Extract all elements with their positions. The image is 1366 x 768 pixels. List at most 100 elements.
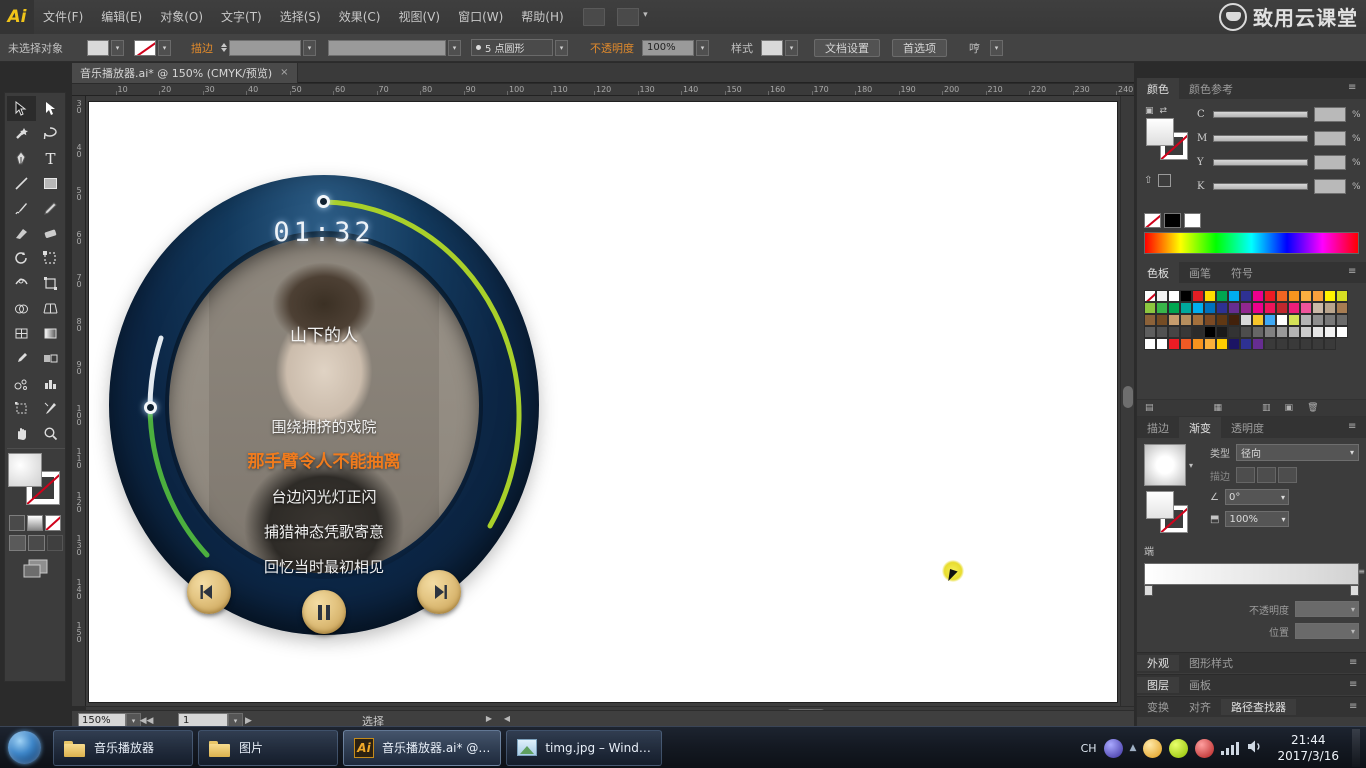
swatch[interactable] — [1264, 302, 1276, 314]
channel-slider-y[interactable] — [1213, 159, 1308, 166]
draw-inside-button[interactable] — [46, 535, 63, 551]
swatch[interactable] — [1240, 290, 1252, 302]
panel-menu-icon[interactable]: ≡ — [1349, 679, 1362, 691]
gradient-preview[interactable] — [1144, 444, 1186, 486]
swatch[interactable] — [1192, 338, 1204, 350]
swatch[interactable] — [1288, 302, 1300, 314]
next-track-button[interactable] — [417, 570, 461, 614]
swatch[interactable] — [1180, 302, 1192, 314]
type-tool[interactable]: T — [36, 146, 65, 171]
gradient-stop-menu-icon[interactable]: ≡ — [1358, 567, 1365, 576]
swatch[interactable] — [1264, 290, 1276, 302]
swatch[interactable] — [1264, 326, 1276, 338]
variable-width-dropdown-icon[interactable]: ▾ — [448, 39, 461, 56]
mesh-tool[interactable] — [7, 321, 36, 346]
swatch-options-icon[interactable]: ▥ — [1262, 403, 1271, 413]
new-swatch-icon[interactable]: ▣ — [1285, 403, 1294, 413]
opacity-dropdown-icon[interactable]: ▾ — [696, 39, 709, 56]
swatch[interactable] — [1216, 302, 1228, 314]
swatches-grid-wrap[interactable] — [1137, 283, 1366, 399]
panel-fill-stroke[interactable] — [1146, 118, 1198, 160]
update-icon[interactable] — [1169, 738, 1189, 758]
swatch[interactable] — [1288, 290, 1300, 302]
swatch[interactable] — [1264, 314, 1276, 326]
last-color-icon[interactable]: ⇧ — [1144, 175, 1152, 186]
swatch[interactable] — [1168, 314, 1180, 326]
swatch[interactable] — [1240, 302, 1252, 314]
stroke-label[interactable]: 描边 — [183, 40, 221, 56]
white-swatch[interactable] — [1184, 213, 1201, 228]
arrange-documents-icon[interactable] — [616, 8, 648, 26]
document-setup-button[interactable]: 文档设置 — [814, 38, 880, 57]
channel-slider-k[interactable] — [1213, 183, 1308, 190]
stroke-weight-field[interactable] — [229, 39, 301, 56]
width-tool[interactable] — [7, 271, 36, 296]
shape-builder-tool[interactable] — [7, 296, 36, 321]
vertical-ruler[interactable]: 30 40 50 60 70 80 90 100 110 120 130 140 150 — [72, 96, 86, 706]
bridge-icon[interactable] — [582, 8, 605, 26]
swatch[interactable] — [1336, 314, 1348, 326]
swatch[interactable] — [1336, 302, 1348, 314]
fill-target-icon[interactable]: ▣ — [1145, 106, 1154, 116]
tab-gradient[interactable]: 渐变 — [1179, 417, 1221, 438]
swatch[interactable] — [1156, 326, 1168, 338]
swatch-libraries-icon[interactable]: ▤ — [1145, 403, 1154, 413]
channel-value-c[interactable] — [1314, 107, 1346, 122]
swatch[interactable] — [1192, 314, 1204, 326]
swatch[interactable] — [1144, 314, 1156, 326]
panel-menu-icon[interactable]: ≡ — [1348, 266, 1361, 278]
document-tab[interactable]: 音乐播放器.ai* @ 150% (CMYK/预览) × — [72, 62, 298, 83]
swatch[interactable] — [1192, 302, 1204, 314]
swatch[interactable] — [1300, 326, 1312, 338]
color-spectrum-bar[interactable] — [1144, 232, 1359, 254]
swatch[interactable] — [1192, 326, 1204, 338]
gradient-slider-bar[interactable] — [1144, 563, 1359, 585]
menu-file[interactable]: 文件(F) — [34, 0, 92, 34]
artboard[interactable]: 01:32 山下的人 围绕拥挤的戏院 那手臂令人不能抽离 台边闪光灯正闪 捕猎神… — [89, 102, 1117, 702]
browser-icon[interactable] — [1103, 738, 1123, 758]
style-dropdown-icon[interactable]: ▾ — [785, 39, 798, 56]
swatch[interactable] — [1156, 290, 1168, 302]
swatch[interactable] — [1300, 290, 1312, 302]
gradient-opacity-field[interactable]: ▾ — [1295, 601, 1359, 617]
swatch[interactable] — [1240, 326, 1252, 338]
tab-color-guide[interactable]: 颜色参考 — [1179, 78, 1243, 99]
swatch[interactable] — [1204, 302, 1216, 314]
swatch[interactable] — [1276, 290, 1288, 302]
swatch[interactable] — [1216, 314, 1228, 326]
menu-effect[interactable]: 效果(C) — [330, 0, 390, 34]
brush-dropdown-icon[interactable]: ▾ — [555, 39, 568, 56]
pen-tool[interactable] — [7, 146, 36, 171]
swatch[interactable] — [1312, 314, 1324, 326]
panel-menu-icon[interactable]: ≡ — [1348, 421, 1361, 433]
tab-stroke[interactable]: 描边 — [1137, 417, 1179, 438]
swatch[interactable] — [1276, 314, 1288, 326]
swatch[interactable] — [1252, 302, 1264, 314]
scale-tool[interactable] — [36, 246, 65, 271]
channel-slider-m[interactable] — [1213, 135, 1308, 142]
gradient-button[interactable] — [27, 515, 43, 531]
channel-value-m[interactable] — [1314, 131, 1346, 146]
gradient-tool[interactable] — [36, 321, 65, 346]
swatch[interactable] — [1144, 302, 1156, 314]
swatch[interactable] — [1252, 338, 1264, 350]
swatch[interactable] — [1312, 290, 1324, 302]
swatch[interactable] — [1144, 326, 1156, 338]
panel-menu-icon[interactable]: ≡ — [1349, 657, 1362, 669]
swap-colors-icon[interactable]: ⇄ — [1160, 106, 1168, 116]
close-icon[interactable]: × — [280, 67, 288, 78]
swatch[interactable] — [1288, 326, 1300, 338]
taskbar-item-illustrator[interactable]: Ai 音乐播放器.ai* @… — [343, 729, 502, 766]
opacity-field[interactable]: 100% — [642, 39, 694, 56]
paintbrush-tool[interactable] — [7, 196, 36, 221]
channel-value-k[interactable] — [1314, 179, 1346, 194]
artboard-tool[interactable] — [7, 396, 36, 421]
tab-pathfinder[interactable]: 路径查找器 — [1221, 699, 1296, 715]
swatch[interactable] — [1168, 290, 1180, 302]
swatch[interactable] — [1228, 326, 1240, 338]
tab-graphic-styles[interactable]: 图形样式 — [1179, 655, 1243, 671]
none-button[interactable] — [45, 515, 61, 531]
tab-transform[interactable]: 变换 — [1137, 699, 1179, 715]
none-color-icon[interactable] — [1158, 174, 1172, 187]
channel-slider-c[interactable] — [1213, 111, 1308, 118]
